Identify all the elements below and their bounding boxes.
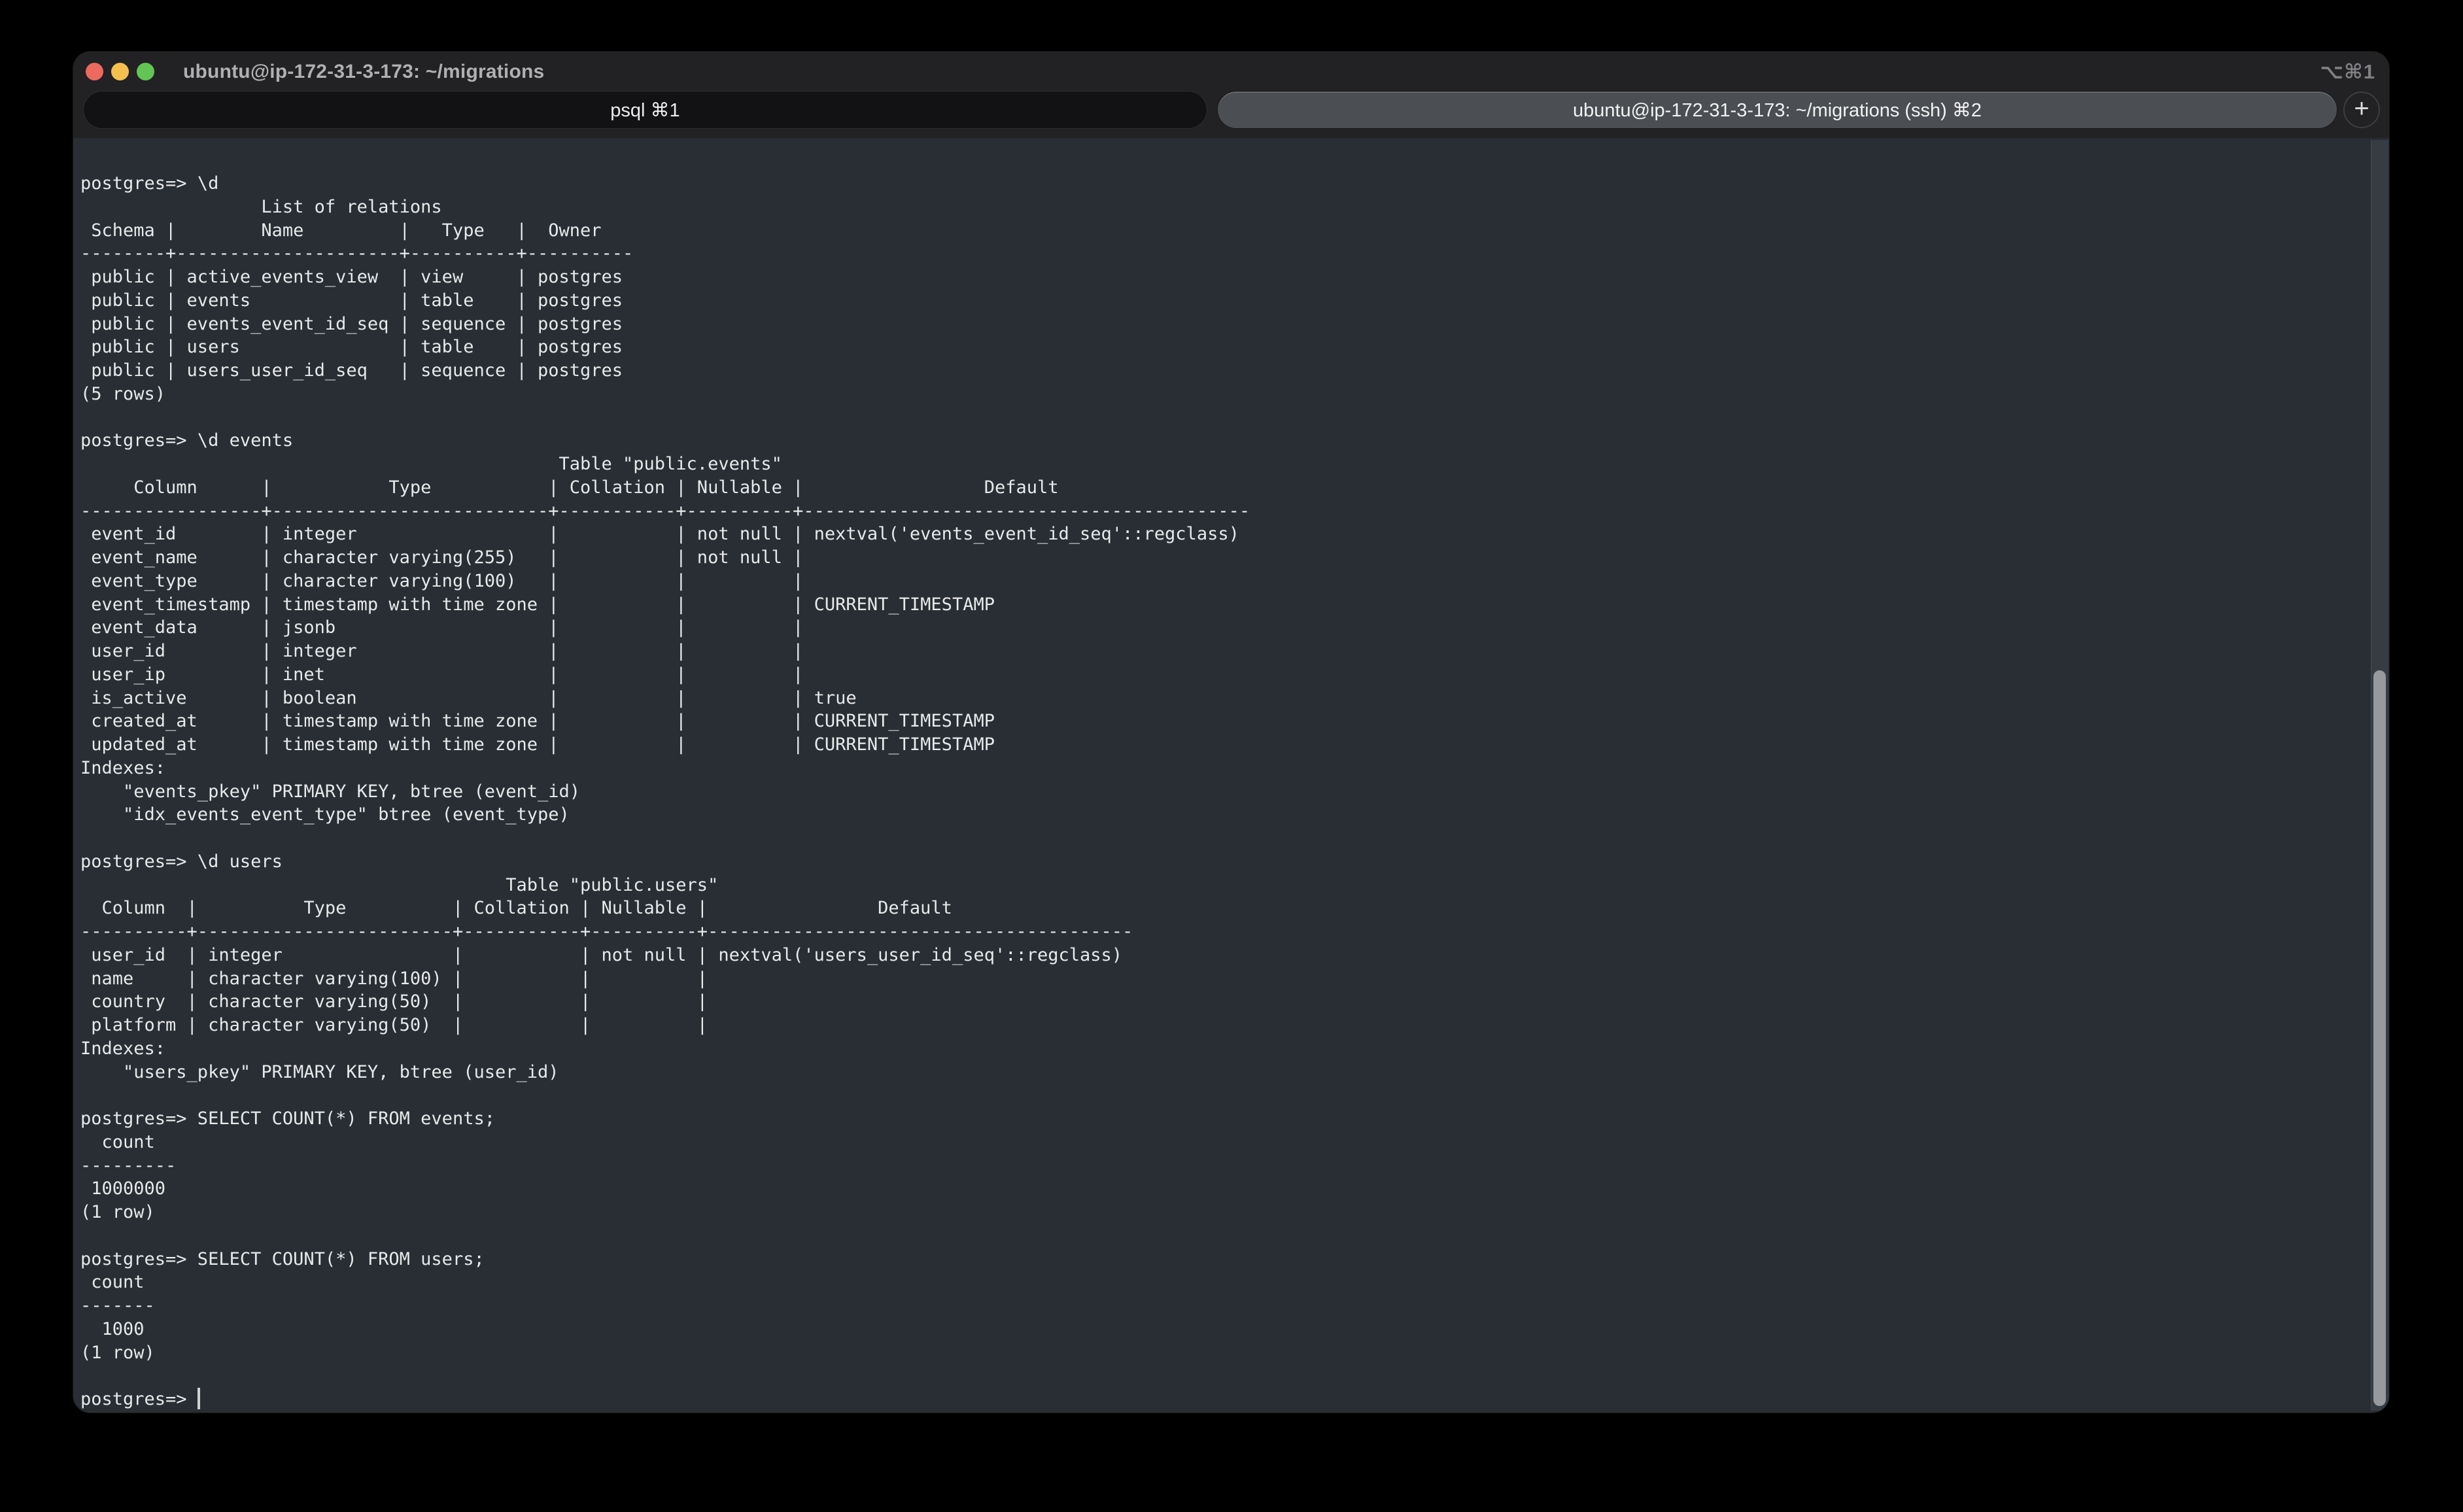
terminal-line: country | character varying(50) | | |: [80, 990, 2363, 1014]
terminal-line: user_id | integer | | |: [80, 640, 2363, 663]
terminal-line: [80, 1364, 2363, 1388]
terminal-line: (5 rows): [80, 383, 2363, 406]
terminal-line: public | events_event_id_seq | sequence …: [80, 313, 2363, 336]
terminal-line: -------: [80, 1294, 2363, 1318]
tab-psql[interactable]: psql ⌘1: [84, 92, 1207, 128]
terminal-line: --------+---------------------+---------…: [80, 242, 2363, 266]
terminal-line: Table "public.users": [80, 874, 2363, 897]
terminal-line: ----------+------------------------+----…: [80, 920, 2363, 944]
terminal-line: ---------: [80, 1154, 2363, 1178]
terminal-line: public | users_user_id_seq | sequence | …: [80, 359, 2363, 383]
minimize-button[interactable]: [111, 63, 129, 80]
terminal-line: postgres=> SELECT COUNT(*) FROM events;: [80, 1107, 2363, 1131]
terminal-output: postgres=> \d List of relations Schema |…: [80, 172, 2363, 1388]
scrollbar-track[interactable]: [2371, 140, 2388, 1411]
terminal-line: created_at | timestamp with time zone | …: [80, 710, 2363, 733]
terminal-line: user_id | integer | | not null | nextval…: [80, 944, 2363, 967]
prompt-line: postgres=>: [80, 1388, 2363, 1411]
terminal-line: name | character varying(100) | | |: [80, 967, 2363, 991]
terminal-line: public | users | table | postgres: [80, 335, 2363, 359]
terminal-line: event_data | jsonb | | |: [80, 616, 2363, 640]
terminal-line: "events_pkey" PRIMARY KEY, btree (event_…: [80, 780, 2363, 804]
terminal-line: count: [80, 1131, 2363, 1154]
terminal-line: "idx_events_event_type" btree (event_typ…: [80, 803, 2363, 827]
terminal-line: (1 row): [80, 1341, 2363, 1365]
terminal-window: ubuntu@ip-172-31-3-173: ~/migrations ⌥⌘1…: [73, 52, 2389, 1413]
terminal-line: Column | Type | Collation | Nullable | D…: [80, 476, 2363, 500]
terminal-line: event_timestamp | timestamp with time zo…: [80, 593, 2363, 617]
terminal-line: postgres=> \d users: [80, 850, 2363, 874]
terminal-line: [80, 1224, 2363, 1248]
window-shortcut-label: ⌥⌘1: [2320, 52, 2375, 92]
terminal-line: count: [80, 1271, 2363, 1294]
terminal-line: postgres=> \d events: [80, 429, 2363, 453]
terminal-line: Table "public.events": [80, 453, 2363, 476]
terminal-line: postgres=> \d: [80, 172, 2363, 196]
terminal-line: event_id | integer | | not null | nextva…: [80, 523, 2363, 546]
terminal-line: (1 row): [80, 1201, 2363, 1224]
zoom-button[interactable]: [137, 63, 154, 80]
terminal-line: event_type | character varying(100) | | …: [80, 570, 2363, 593]
terminal-line: "users_pkey" PRIMARY KEY, btree (user_id…: [80, 1061, 2363, 1084]
terminal-line: [80, 827, 2363, 850]
terminal-line: public | events | table | postgres: [80, 289, 2363, 313]
terminal-line: postgres=> SELECT COUNT(*) FROM users;: [80, 1248, 2363, 1271]
terminal-line: [80, 1084, 2363, 1107]
terminal-line: public | active_events_view | view | pos…: [80, 266, 2363, 289]
terminal-line: 1000000: [80, 1177, 2363, 1201]
window-header: ubuntu@ip-172-31-3-173: ~/migrations ⌥⌘1…: [73, 52, 2389, 138]
tab-ssh-migrations[interactable]: ubuntu@ip-172-31-3-173: ~/migrations (ss…: [1218, 92, 2337, 128]
window-title: ubuntu@ip-172-31-3-173: ~/migrations: [183, 61, 544, 83]
terminal-line: Schema | Name | Type | Owner: [80, 219, 2363, 243]
terminal-line: platform | character varying(50) | | |: [80, 1014, 2363, 1037]
title-bar[interactable]: ubuntu@ip-172-31-3-173: ~/migrations ⌥⌘1: [73, 52, 2389, 92]
terminal-line: [80, 406, 2363, 430]
terminal-line: 1000: [80, 1318, 2363, 1341]
scrollbar-thumb[interactable]: [2373, 670, 2386, 1406]
terminal-line: user_ip | inet | | |: [80, 663, 2363, 687]
terminal-line: event_name | character varying(255) | | …: [80, 546, 2363, 570]
text-cursor: [198, 1388, 200, 1409]
terminal-line: -----------------+----------------------…: [80, 500, 2363, 523]
terminal-line: Indexes:: [80, 1037, 2363, 1061]
prompt-text: postgres=>: [80, 1389, 198, 1409]
terminal-line: is_active | boolean | | | true: [80, 687, 2363, 710]
close-button[interactable]: [86, 63, 103, 80]
terminal-line: updated_at | timestamp with time zone | …: [80, 733, 2363, 757]
new-tab-button[interactable]: +: [2343, 92, 2380, 128]
traffic-lights: [86, 63, 154, 80]
terminal-line: Indexes:: [80, 757, 2363, 780]
tab-bar: psql ⌘1 ubuntu@ip-172-31-3-173: ~/migrat…: [73, 92, 2389, 138]
terminal-line: List of relations: [80, 196, 2363, 219]
terminal-line: Column | Type | Collation | Nullable | D…: [80, 897, 2363, 920]
terminal-content[interactable]: postgres=> \d List of relations Schema |…: [73, 138, 2389, 1413]
